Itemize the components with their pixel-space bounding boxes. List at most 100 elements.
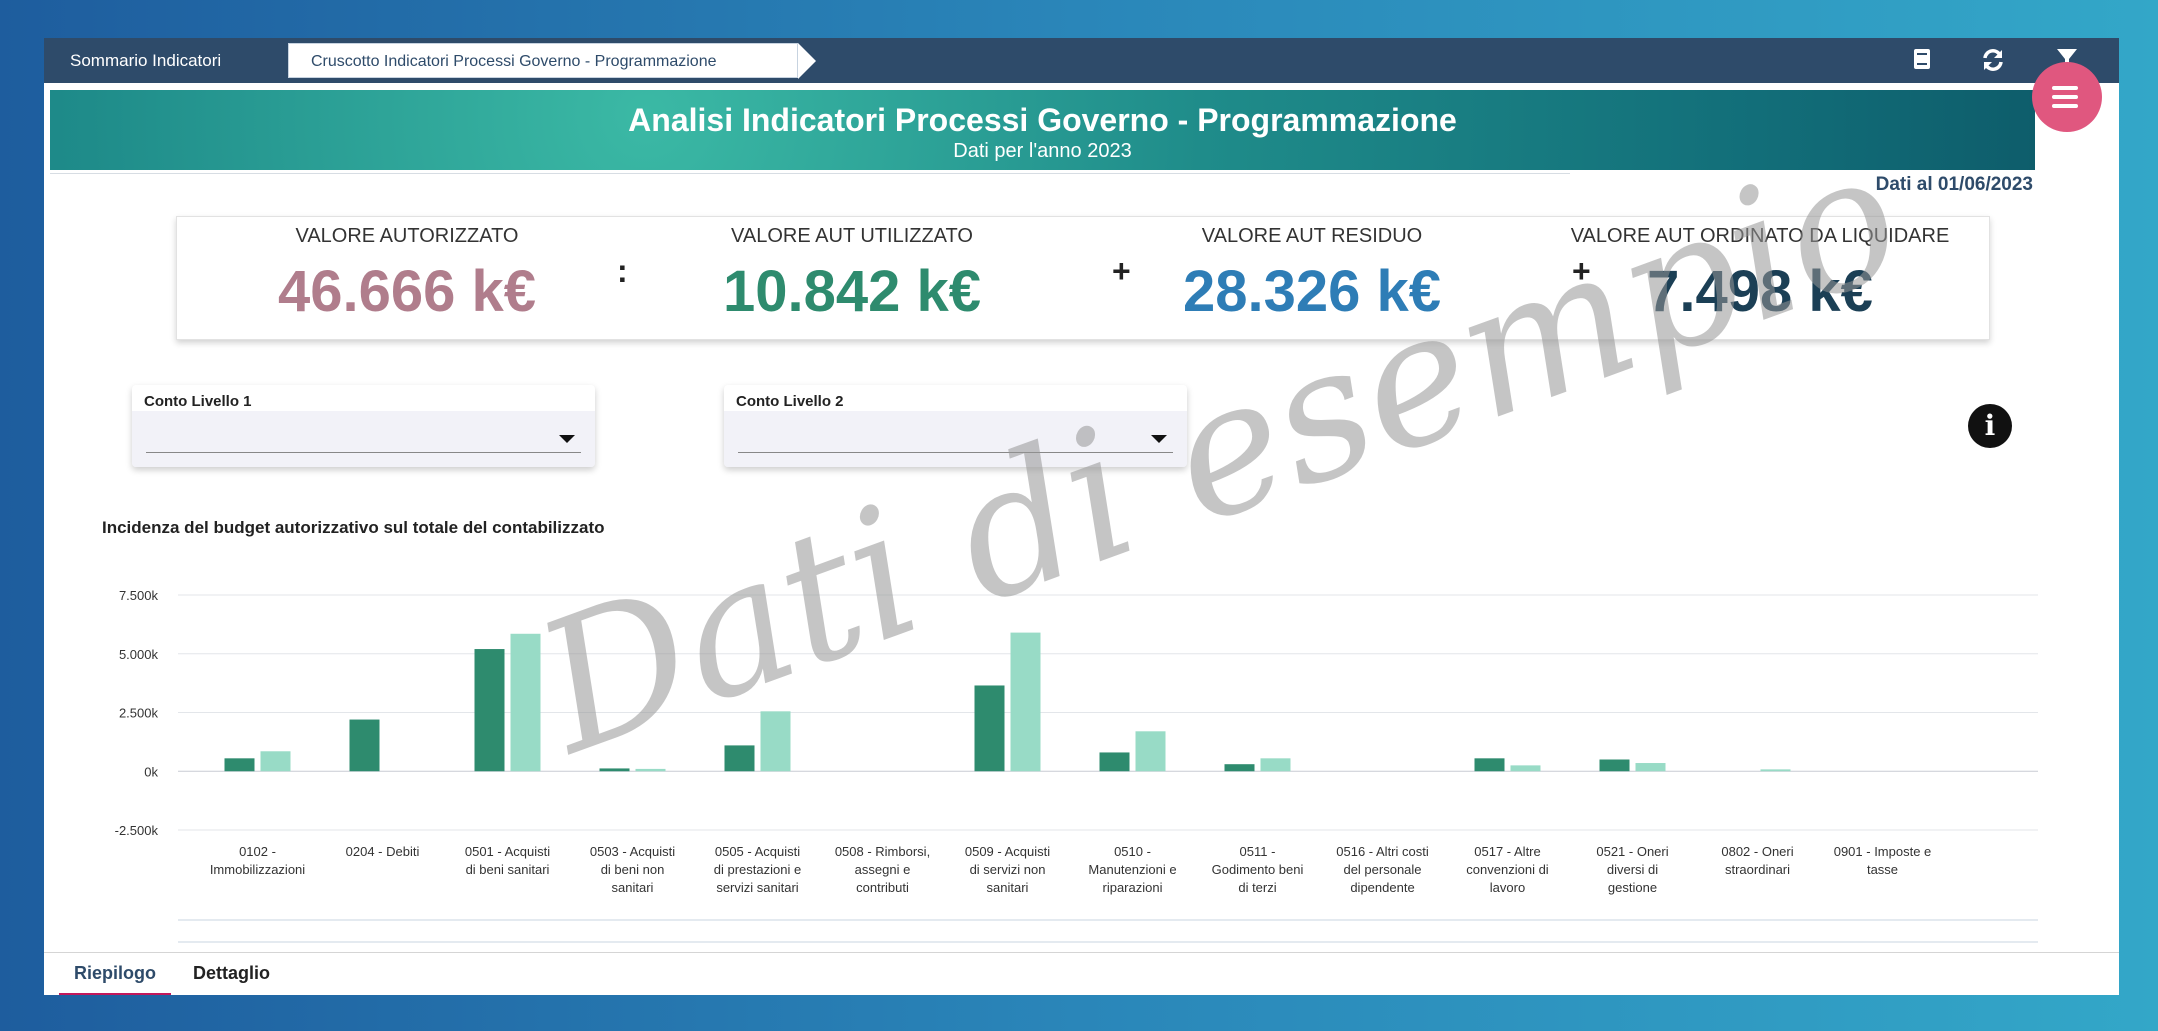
- x-tick-label: servizi sanitari: [716, 880, 798, 895]
- bar-utilizzato: [1510, 765, 1541, 772]
- x-tick-label: 0802 - Oneri: [1721, 844, 1793, 859]
- x-tick-label: assegni e: [855, 862, 911, 877]
- select-field[interactable]: [724, 411, 1187, 467]
- y-tick-label: 2.500k: [119, 706, 159, 721]
- x-tick-label: lavoro: [1490, 880, 1525, 895]
- bar-contabilizzato: [974, 685, 1005, 772]
- y-tick-label: -2.500k: [115, 823, 159, 838]
- top-navigation-bar: Sommario Indicatori Cruscotto Indicatori…: [44, 38, 2119, 83]
- x-tick-label: 0102 -: [239, 844, 276, 859]
- x-tick-label: gestione: [1608, 880, 1657, 895]
- select-label: Conto Livello 1: [144, 393, 252, 410]
- bar-contabilizzato: [1099, 752, 1130, 772]
- bottom-tab-bar: Riepilogo Dettaglio: [44, 952, 2119, 995]
- x-tick-label: Manutenzioni e: [1088, 862, 1176, 877]
- page-subtitle: Dati per l'anno 2023: [953, 140, 1132, 162]
- header-banner: Analisi Indicatori Processi Governo - Pr…: [50, 90, 2035, 170]
- kpi-card: VALORE AUTORIZZATO 46.666 k€ : VALORE AU…: [176, 216, 1990, 340]
- conto-livello-2-select[interactable]: Conto Livello 2: [724, 385, 1187, 467]
- bar-contabilizzato: [724, 745, 755, 772]
- x-tick-label: straordinari: [1725, 862, 1790, 877]
- bar-contabilizzato: [224, 758, 255, 772]
- dropdown-caret-icon[interactable]: [1151, 435, 1167, 443]
- kpi-valore-autorizzato: VALORE AUTORIZZATO 46.666 k€: [192, 217, 622, 325]
- x-tick-label: 0509 - Acquisti: [965, 844, 1050, 859]
- menu-bar: [2052, 104, 2078, 108]
- menu-button[interactable]: [2032, 62, 2102, 132]
- conto-livello-1-select[interactable]: Conto Livello 1: [132, 385, 595, 467]
- bar-utilizzato: [635, 768, 666, 772]
- y-tick-label: 5.000k: [119, 647, 159, 662]
- book-icon[interactable]: [1908, 47, 1936, 75]
- y-tick-label: 7.500k: [119, 588, 159, 603]
- x-tick-label: di beni sanitari: [466, 862, 550, 877]
- kpi-value: 10.842 k€: [722, 259, 982, 324]
- bar-utilizzato: [1260, 758, 1291, 772]
- bar-utilizzato: [1135, 731, 1166, 772]
- dropdown-caret-icon[interactable]: [559, 435, 575, 443]
- kpi-valore-aut-residuo: VALORE AUT RESIDUO 28.326 k€: [1097, 217, 1527, 325]
- x-tick-label: riparazioni: [1103, 880, 1163, 895]
- x-tick-label: dipendente: [1350, 880, 1414, 895]
- bar-utilizzato: [1760, 769, 1791, 772]
- breadcrumb-item-sommario[interactable]: Sommario Indicatori: [44, 38, 247, 83]
- x-tick-label: contributi: [856, 880, 909, 895]
- tab-riepilogo[interactable]: Riepilogo: [59, 953, 171, 995]
- bar-contabilizzato: [1599, 759, 1630, 772]
- bar-utilizzato: [1010, 632, 1041, 772]
- x-tick-label: tasse: [1867, 862, 1898, 877]
- bar-chart: 7.500k 5.000k 2.500k 0k -2.500k 0102 - Immobil…: [115, 588, 2038, 982]
- x-tick-label: 0503 - Acquisti: [590, 844, 675, 859]
- breadcrumb-item-cruscotto[interactable]: Cruscotto Indicatori Processi Governo - …: [288, 43, 798, 78]
- kpi-label: VALORE AUTORIZZATO: [295, 225, 519, 247]
- info-icon[interactable]: i: [1968, 404, 2012, 448]
- x-tick-label: 0501 - Acquisti: [465, 844, 550, 859]
- bar-utilizzato: [260, 751, 291, 772]
- x-tick-label: di servizi non: [970, 862, 1046, 877]
- page-title: Analisi Indicatori Processi Governo - Pr…: [628, 102, 1457, 138]
- x-tick-label: Godimento beni: [1212, 862, 1304, 877]
- x-tick-label: di terzi: [1238, 880, 1276, 895]
- x-tick-label: 0204 - Debiti: [346, 844, 420, 859]
- kpi-label: VALORE AUT RESIDUO: [1201, 225, 1423, 247]
- menu-bar: [2052, 95, 2078, 99]
- x-tick-label: Immobilizzazioni: [210, 862, 305, 877]
- menu-bar: [2052, 86, 2078, 90]
- x-tick-label: del personale: [1343, 862, 1421, 877]
- y-tick-label: 0k: [144, 764, 158, 779]
- kpi-label: VALORE AUT ORDINATO DA LIQUIDARE: [1570, 225, 1950, 247]
- kpi-operator: :: [617, 253, 628, 289]
- x-tick-label: 0517 - Altre: [1474, 844, 1541, 859]
- x-tick-label: 0510 -: [1114, 844, 1151, 859]
- bar-utilizzato: [1635, 763, 1666, 772]
- divider: [50, 173, 1570, 174]
- bar-contabilizzato: [474, 649, 505, 772]
- x-tick-label: di prestazioni e: [714, 862, 801, 877]
- x-tick-label: 0901 - Imposte e: [1834, 844, 1932, 859]
- select-field[interactable]: [132, 411, 595, 467]
- x-tick-label: 0511 -: [1240, 844, 1276, 859]
- breadcrumb-separator: [272, 38, 288, 83]
- kpi-label: VALORE AUT UTILIZZATO: [731, 225, 973, 247]
- refresh-icon[interactable]: [1979, 47, 2007, 75]
- x-tick-label: di beni non: [601, 862, 665, 877]
- chart-panel: Incidenza del budget autorizzativo sul t…: [92, 512, 2072, 992]
- x-tick-label: 0521 - Oneri: [1596, 844, 1668, 859]
- bar-utilizzato: [760, 711, 791, 772]
- kpi-value: 46.666 k€: [277, 259, 537, 324]
- bar-utilizzato: [510, 633, 541, 772]
- bar-contabilizzato: [1224, 764, 1255, 772]
- bar-contabilizzato: [349, 719, 380, 772]
- bar-contabilizzato: [599, 768, 630, 772]
- select-underline: [146, 452, 581, 453]
- x-tick-label: sanitari: [987, 880, 1029, 895]
- breadcrumb-separator: [798, 43, 816, 79]
- x-tick-label: 0508 - Rimborsi,: [835, 844, 930, 859]
- tab-dettaglio[interactable]: Dettaglio: [178, 953, 285, 993]
- kpi-value: 7.498 k€: [1647, 259, 1873, 324]
- kpi-valore-aut-utilizzato: VALORE AUT UTILIZZATO 10.842 k€: [637, 217, 1067, 325]
- kpi-value: 28.326 k€: [1182, 259, 1442, 324]
- x-tick-label: diversi di: [1607, 862, 1658, 877]
- x-tick-label: sanitari: [612, 880, 654, 895]
- bar-contabilizzato: [1474, 758, 1505, 772]
